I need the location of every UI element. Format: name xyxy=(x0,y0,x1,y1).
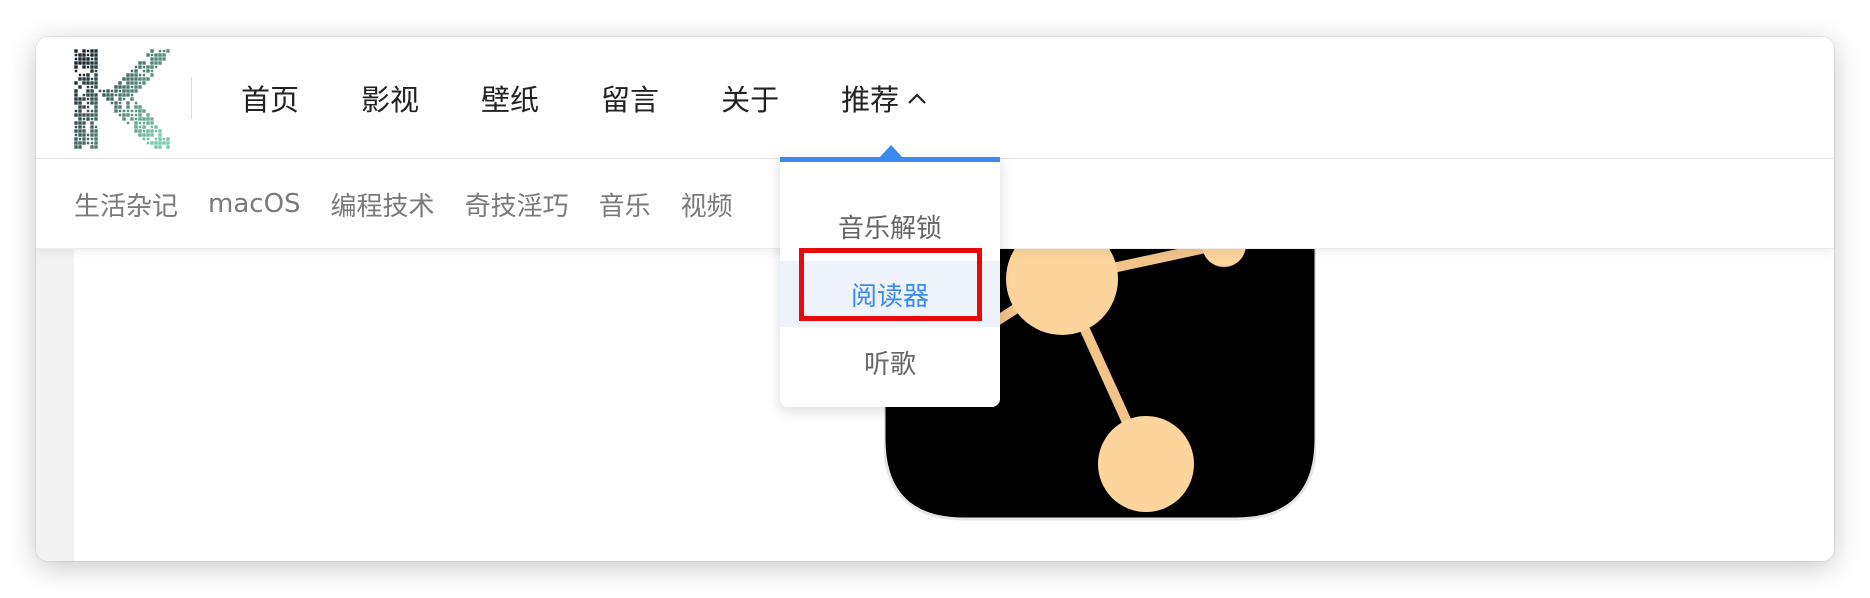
dropdown-item-label: 音乐解锁 xyxy=(837,213,942,244)
nav-recommend-label: 推荐 xyxy=(841,83,900,117)
category-video[interactable]: 视频 xyxy=(681,186,733,223)
dropdown-pointer xyxy=(879,145,903,158)
browser-window: 首页 影视 壁纸 留言 关于 推荐 生活杂记 macOS 编程技术 奇技淫巧 音… xyxy=(36,37,1834,561)
dropdown-item-listen[interactable]: 听歌 xyxy=(780,329,1000,395)
nav-wallpapers[interactable]: 壁纸 xyxy=(481,77,539,119)
nav-home-label: 首页 xyxy=(241,83,300,117)
nav-about-label: 关于 xyxy=(721,83,780,117)
main-nav: 首页 影视 壁纸 留言 关于 推荐 xyxy=(241,37,989,159)
nav-recommend[interactable]: 推荐 xyxy=(841,77,927,119)
nav-movies-label: 影视 xyxy=(361,83,420,117)
logo-divider xyxy=(191,77,192,119)
annotation-highlight-box xyxy=(799,248,982,321)
category-music[interactable]: 音乐 xyxy=(599,186,651,223)
category-macos[interactable]: macOS xyxy=(208,189,301,219)
dropdown-item-label: 听歌 xyxy=(863,349,916,380)
site-header: 首页 影视 壁纸 留言 关于 推荐 xyxy=(36,37,1834,159)
nav-guestbook[interactable]: 留言 xyxy=(601,77,659,119)
nav-about[interactable]: 关于 xyxy=(721,77,779,119)
nav-guestbook-label: 留言 xyxy=(601,83,660,117)
category-life[interactable]: 生活杂记 xyxy=(74,186,178,223)
left-gutter xyxy=(36,249,74,561)
category-tricks[interactable]: 奇技淫巧 xyxy=(465,186,569,223)
nav-movies[interactable]: 影视 xyxy=(361,77,419,119)
k-pixel-logo-icon[interactable] xyxy=(74,49,172,149)
category-programming[interactable]: 编程技术 xyxy=(331,186,435,223)
chevron-up-icon xyxy=(908,93,926,104)
nav-home[interactable]: 首页 xyxy=(241,77,299,119)
nav-wallpapers-label: 壁纸 xyxy=(481,83,540,117)
